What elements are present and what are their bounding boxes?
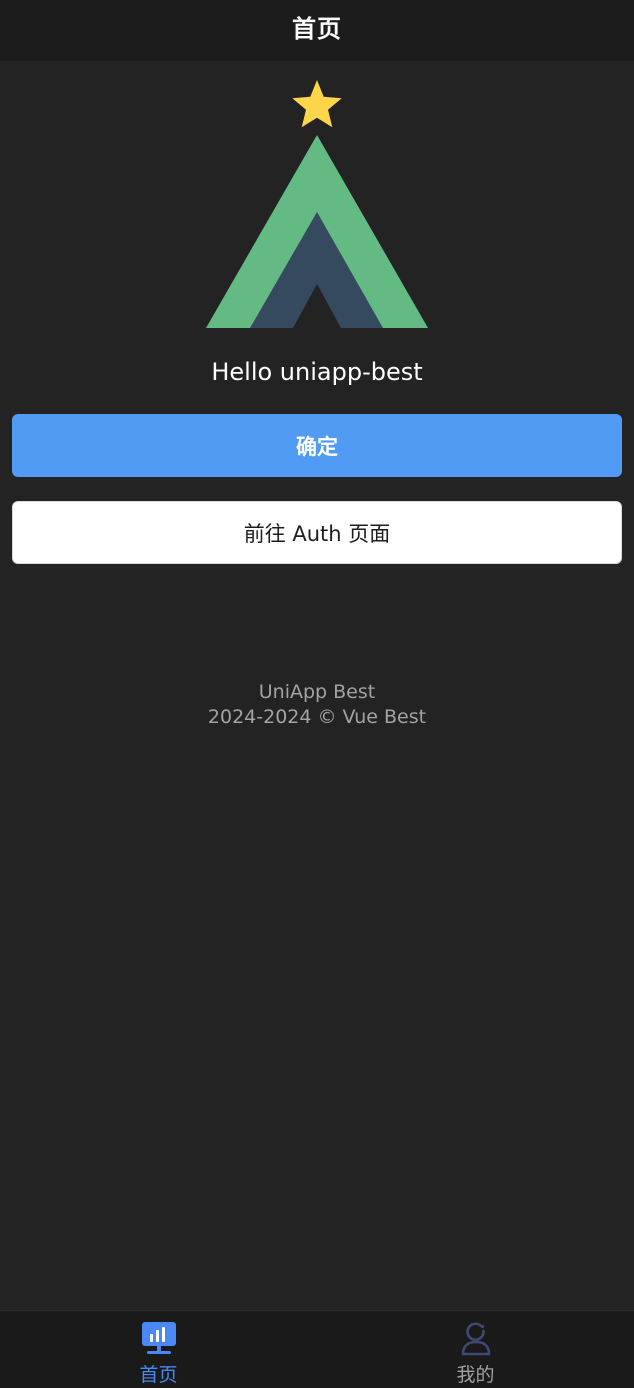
star-icon bbox=[292, 80, 342, 128]
go-to-auth-button[interactable]: 前往 Auth 页面 bbox=[12, 501, 622, 564]
dashboard-icon bbox=[141, 1322, 176, 1354]
footer: UniApp Best 2024-2024 © Vue Best bbox=[0, 680, 634, 730]
app-screen: 首页 Hello uniapp-best 确定 前往 Auth 页面 UniAp… bbox=[0, 0, 634, 1388]
greeting-text: Hello uniapp-best bbox=[211, 358, 423, 386]
footer-copyright: 2024-2024 © Vue Best bbox=[207, 706, 427, 728]
tab-home[interactable]: 首页 bbox=[0, 1311, 317, 1388]
footer-app-name: UniApp Best bbox=[258, 681, 376, 703]
logo bbox=[206, 80, 428, 328]
tab-bar: 首页 我的 bbox=[0, 1310, 634, 1388]
tab-home-label: 首页 bbox=[139, 1364, 178, 1386]
user-icon bbox=[461, 1322, 490, 1356]
tab-mine[interactable]: 我的 bbox=[317, 1311, 634, 1388]
confirm-button[interactable]: 确定 bbox=[12, 414, 622, 477]
navigation-bar: 首页 bbox=[0, 0, 634, 61]
page-title: 首页 bbox=[292, 15, 342, 43]
tab-mine-label: 我的 bbox=[456, 1364, 495, 1386]
